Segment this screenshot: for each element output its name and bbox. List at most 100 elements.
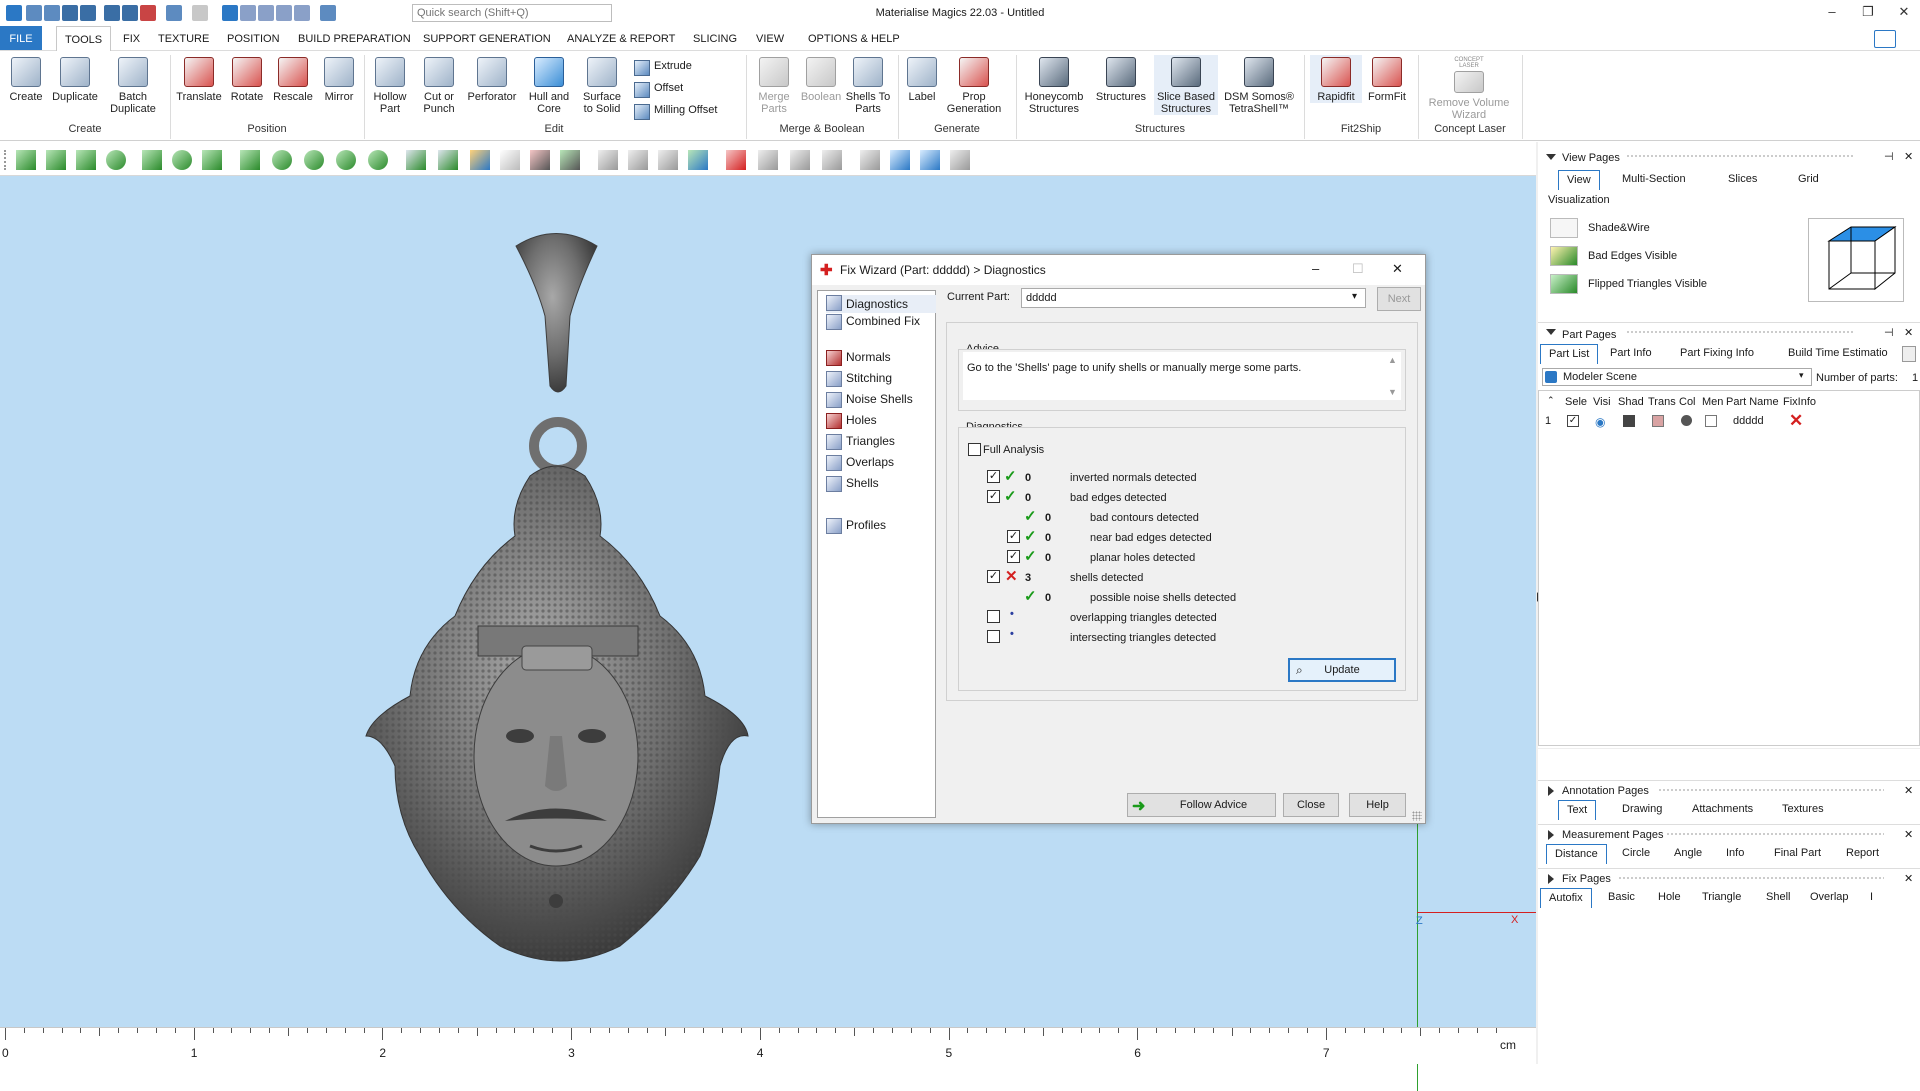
menu-options-help[interactable]: OPTIONS & HELP bbox=[808, 33, 900, 45]
nav-noise-shells[interactable]: Noise Shells bbox=[826, 392, 913, 408]
hull-and-core-button[interactable]: Hull and Core bbox=[524, 57, 574, 115]
menu-tools[interactable]: TOOLS bbox=[56, 26, 112, 51]
dialog-close-icon[interactable]: ✕ bbox=[1392, 261, 1403, 277]
boolean-button[interactable]: Boolean bbox=[798, 57, 844, 103]
create-button[interactable]: Create bbox=[6, 57, 46, 103]
shade-wire-row[interactable]: Shade&Wire bbox=[1550, 218, 1710, 240]
shells-to-parts-button[interactable]: Shells To Parts bbox=[844, 57, 892, 115]
mark-overlaps-icon[interactable] bbox=[950, 150, 970, 170]
follow-advice-button[interactable]: ➜ Follow Advice bbox=[1127, 793, 1276, 817]
mark-rectangle-icon[interactable] bbox=[142, 150, 162, 170]
view-pages-header[interactable]: View Pages bbox=[1538, 148, 1920, 168]
mesh-icon[interactable] bbox=[1705, 415, 1717, 427]
mark-part-icon[interactable] bbox=[406, 150, 426, 170]
flipped-triangles-icon[interactable] bbox=[1550, 274, 1578, 294]
unmark-surface-icon[interactable] bbox=[658, 150, 678, 170]
col-men[interactable]: Men bbox=[1702, 396, 1723, 408]
row-select-checkbox[interactable]: ✓ bbox=[1567, 415, 1579, 427]
tab-slices[interactable]: Slices bbox=[1720, 170, 1765, 190]
rescale-button[interactable]: Rescale bbox=[270, 57, 316, 103]
col-fixinfo[interactable]: FixInfo bbox=[1783, 396, 1816, 408]
pin-icon[interactable]: ⊣ bbox=[1884, 150, 1894, 163]
invert-selection-icon[interactable] bbox=[560, 150, 580, 170]
milling-offset-button[interactable]: Milling Offset bbox=[632, 104, 717, 120]
select-part-icon[interactable] bbox=[470, 150, 490, 170]
honeycomb-structures-button[interactable]: Honeycomb Structures bbox=[1020, 57, 1088, 115]
menu-fix[interactable]: FIX bbox=[123, 33, 140, 45]
mark-plane-icon[interactable] bbox=[46, 150, 66, 170]
hide-unmarked-icon[interactable] bbox=[822, 150, 842, 170]
rapidfit-button[interactable]: Rapidfit bbox=[1310, 55, 1362, 103]
dialog-minimize-button[interactable]: – bbox=[1312, 261, 1319, 276]
mark-contours-icon[interactable] bbox=[890, 150, 910, 170]
tab-report[interactable]: Report bbox=[1838, 844, 1887, 864]
bad-edges-row[interactable]: Bad Edges Visible bbox=[1550, 246, 1710, 268]
menu-position[interactable]: POSITION bbox=[227, 33, 280, 45]
unmark-shell-icon[interactable] bbox=[688, 150, 708, 170]
tab-part-info[interactable]: Part Info bbox=[1602, 344, 1660, 364]
resize-grip[interactable] bbox=[1412, 811, 1422, 821]
near-bad-edges-checkbox[interactable]: ✓ bbox=[1007, 530, 1020, 543]
hide-marked-icon[interactable] bbox=[758, 150, 778, 170]
scene-dropdown[interactable]: Modeler Scene ▾ bbox=[1542, 368, 1812, 386]
unmark-all-icon[interactable] bbox=[726, 150, 746, 170]
full-analysis-checkbox[interactable] bbox=[968, 443, 981, 456]
col-visi[interactable]: Visi bbox=[1593, 396, 1611, 408]
mark-path-icon[interactable] bbox=[202, 150, 222, 170]
close-view-pages-icon[interactable]: ✕ bbox=[1904, 150, 1913, 163]
mirror-button[interactable]: Mirror bbox=[318, 57, 360, 103]
tab-basic[interactable]: Basic bbox=[1600, 888, 1643, 908]
prop-generation-button[interactable]: Prop Generation bbox=[944, 57, 1004, 115]
tab-build-time[interactable]: Build Time Estimatio bbox=[1780, 344, 1896, 364]
unmark-plane-icon[interactable] bbox=[628, 150, 648, 170]
select-all-icon[interactable] bbox=[530, 150, 550, 170]
unselect-part-icon[interactable] bbox=[500, 150, 520, 170]
grow-marking-icon[interactable] bbox=[272, 150, 292, 170]
close-measurement-pages-icon[interactable]: ✕ bbox=[1904, 828, 1913, 841]
offset-button[interactable]: Offset bbox=[632, 82, 683, 98]
col-part-name[interactable]: Part Name bbox=[1726, 396, 1779, 408]
scroll-down-icon[interactable]: ▼ bbox=[1388, 387, 1397, 397]
tab-info[interactable]: Info bbox=[1718, 844, 1752, 864]
dialog-maximize-button[interactable]: ☐ bbox=[1352, 261, 1364, 277]
menu-build-preparation[interactable]: BUILD PREPARATION bbox=[298, 33, 411, 45]
tab-more[interactable]: I bbox=[1862, 888, 1881, 908]
col-trans[interactable]: Trans bbox=[1648, 396, 1676, 408]
perforator-button[interactable]: Perforator bbox=[464, 57, 520, 103]
tab-autofix[interactable]: Autofix bbox=[1540, 888, 1592, 908]
next-button[interactable]: Next bbox=[1377, 287, 1421, 311]
tab-scroll-right-icon[interactable] bbox=[1902, 346, 1916, 362]
transparency-icon[interactable] bbox=[1652, 415, 1664, 427]
nav-stitching[interactable]: Stitching bbox=[826, 371, 892, 387]
col-sele[interactable]: Sele bbox=[1565, 396, 1587, 408]
mark-surface-icon[interactable] bbox=[76, 150, 96, 170]
nav-shells[interactable]: Shells bbox=[826, 476, 879, 492]
tetrashell-button[interactable]: DSM Somos® TetraShell™ bbox=[1220, 57, 1298, 115]
close-button[interactable]: Close bbox=[1283, 793, 1339, 817]
shading-icon[interactable] bbox=[1623, 415, 1635, 427]
scroll-up-icon[interactable]: ▲ bbox=[1388, 355, 1397, 365]
menu-view[interactable]: VIEW bbox=[756, 33, 784, 45]
color-icon[interactable] bbox=[1681, 415, 1692, 426]
tab-distance[interactable]: Distance bbox=[1546, 844, 1607, 864]
view-cube[interactable] bbox=[1808, 218, 1904, 302]
menu-texture[interactable]: TEXTURE bbox=[158, 33, 209, 45]
surface-to-solid-button[interactable]: Surface to Solid bbox=[578, 57, 626, 115]
batch-duplicate-button[interactable]: Batch Duplicate bbox=[106, 57, 160, 115]
remove-volume-wizard-button[interactable]: CONCEPT LASER Remove Volume Wizard bbox=[1424, 57, 1514, 121]
nav-triangles[interactable]: Triangles bbox=[826, 434, 895, 450]
table-row[interactable]: 1 ✓ ◉ ddddd ✕ bbox=[1539, 411, 1919, 431]
menu-analyze-report[interactable]: ANALYZE & REPORT bbox=[567, 33, 675, 45]
tab-multi-section[interactable]: Multi-Section bbox=[1614, 170, 1694, 190]
tab-circle[interactable]: Circle bbox=[1614, 844, 1658, 864]
menu-file[interactable]: FILE bbox=[0, 26, 42, 50]
duplicate-button[interactable]: Duplicate bbox=[50, 57, 100, 103]
nav-overlaps[interactable]: Overlaps bbox=[826, 455, 894, 471]
menu-slicing[interactable]: SLICING bbox=[693, 33, 737, 45]
merge-parts-button[interactable]: Merge Parts bbox=[752, 57, 796, 115]
nav-holes[interactable]: Holes bbox=[826, 413, 877, 429]
close-window-button[interactable]: ✕ bbox=[1892, 4, 1916, 22]
mark-shell-icon[interactable] bbox=[106, 150, 126, 170]
mark-holes-icon[interactable] bbox=[920, 150, 940, 170]
nav-combined-fix[interactable]: Combined Fix bbox=[826, 314, 920, 330]
